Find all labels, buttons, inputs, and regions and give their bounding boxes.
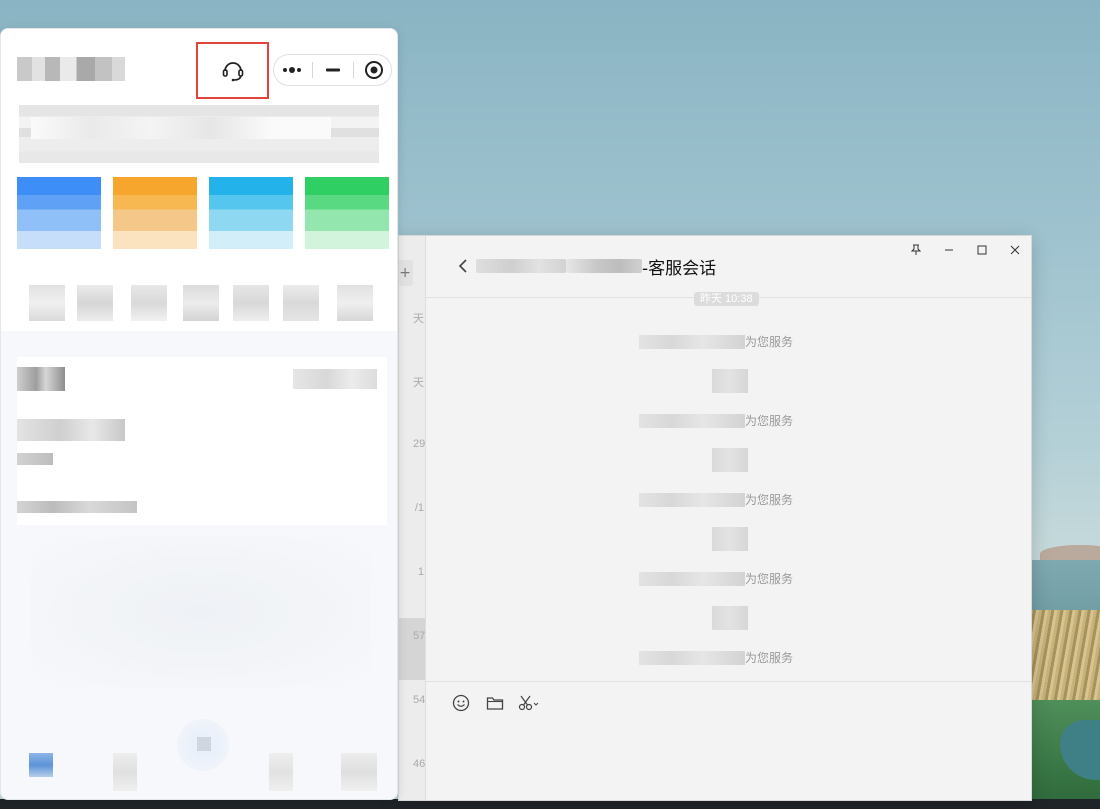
redacted-message: [712, 527, 748, 551]
record-icon[interactable]: [359, 56, 389, 84]
list-item-time: 29: [413, 438, 426, 450]
list-item-time: 天: [413, 313, 424, 325]
redacted-card-line: [17, 419, 125, 441]
message-area: 昨天 10:38 为您服务 为您服务 为您服务 为您服务 为您服务: [426, 292, 1031, 681]
message-input-area[interactable]: [426, 681, 1031, 800]
redacted-name: [639, 334, 745, 349]
app-tile-blue[interactable]: [17, 177, 101, 249]
system-message-text: 为您服务: [745, 335, 794, 349]
redacted-name: [639, 492, 745, 507]
redacted-name: [639, 413, 745, 428]
redacted-card-line: [17, 453, 53, 465]
selected-conversation[interactable]: [399, 618, 425, 680]
redacted-name: [566, 259, 642, 273]
customer-service-button[interactable]: [196, 42, 269, 99]
back-button[interactable]: [454, 254, 472, 278]
shortcut-item[interactable]: [183, 285, 219, 321]
chat-title: -客服会话: [642, 258, 717, 279]
shortcut-item[interactable]: [29, 285, 65, 321]
system-message-text: 为您服务: [745, 493, 794, 507]
redacted-name: [476, 259, 566, 273]
redacted-message: [712, 448, 748, 472]
redacted-name: [639, 650, 745, 665]
divider: [352, 62, 354, 78]
folder-icon[interactable]: [484, 692, 506, 714]
app-tile-cyan[interactable]: [209, 177, 293, 249]
list-item-time: 54: [413, 694, 426, 706]
redacted-message: [712, 606, 748, 630]
shortcut-item[interactable]: [337, 285, 373, 321]
redacted-illustration: [31, 537, 371, 687]
list-item-time: 天: [413, 377, 424, 389]
chevron-left-icon: [458, 259, 467, 273]
redacted-search[interactable]: [31, 117, 331, 139]
redacted-card-meta: [293, 369, 377, 389]
info-card[interactable]: [17, 357, 387, 525]
redacted-card-line: [17, 501, 137, 513]
app-tile-orange[interactable]: [113, 177, 197, 249]
system-message-text: 为您服务: [745, 414, 794, 428]
app-tile-green[interactable]: [305, 177, 389, 249]
system-message: 为您服务: [639, 649, 793, 666]
system-message: 为您服务: [639, 570, 793, 587]
reeds: [1030, 610, 1100, 700]
emoji-icon[interactable]: [450, 692, 472, 714]
more-icon[interactable]: [277, 56, 307, 84]
capsule-menu: [273, 54, 392, 86]
input-toolbar: [450, 692, 540, 714]
tab-home[interactable]: [29, 753, 53, 777]
redacted-name: [639, 571, 745, 586]
tab-item[interactable]: [269, 753, 293, 791]
shortcut-item[interactable]: [233, 285, 269, 321]
minimize-icon[interactable]: [318, 56, 348, 84]
date-chip: 昨天 10:38: [694, 292, 759, 306]
redacted-message: [712, 369, 748, 393]
customer-service-chat-window: + 天 天 29 /1 1 57 54 46 -客服会话 昨天 10:38 为您…: [398, 235, 1032, 801]
list-item-time: 46: [413, 758, 426, 770]
customer-service-icon: [222, 61, 243, 81]
system-message: 为您服务: [639, 333, 793, 350]
tab-item[interactable]: [341, 753, 377, 791]
system-message-text: 为您服务: [745, 572, 794, 586]
list-item-time: /1: [414, 502, 424, 514]
add-conversation-button[interactable]: +: [399, 260, 413, 286]
redacted-card-title: [17, 367, 65, 391]
chat-header: -客服会话: [426, 236, 1031, 298]
redacted-app-name: [17, 57, 125, 81]
tab-item[interactable]: [113, 753, 137, 791]
divider: [311, 62, 313, 78]
list-item-time: 1: [417, 566, 424, 578]
system-message-text: 为您服务: [745, 651, 794, 665]
mini-program-panel: [0, 28, 398, 800]
chat-title-row: -客服会话: [476, 254, 717, 279]
system-message: 为您服务: [639, 412, 793, 429]
conversation-list[interactable]: + 天 天 29 /1 1 57 54 46: [399, 236, 426, 800]
list-item-time: 57: [413, 630, 426, 642]
shortcut-item[interactable]: [131, 285, 167, 321]
shortcut-item[interactable]: [283, 285, 319, 321]
shortcut-item[interactable]: [77, 285, 113, 321]
system-message: 为您服务: [639, 491, 793, 508]
bottom-tab-bar: [1, 749, 397, 799]
scissors-icon[interactable]: [518, 692, 540, 714]
